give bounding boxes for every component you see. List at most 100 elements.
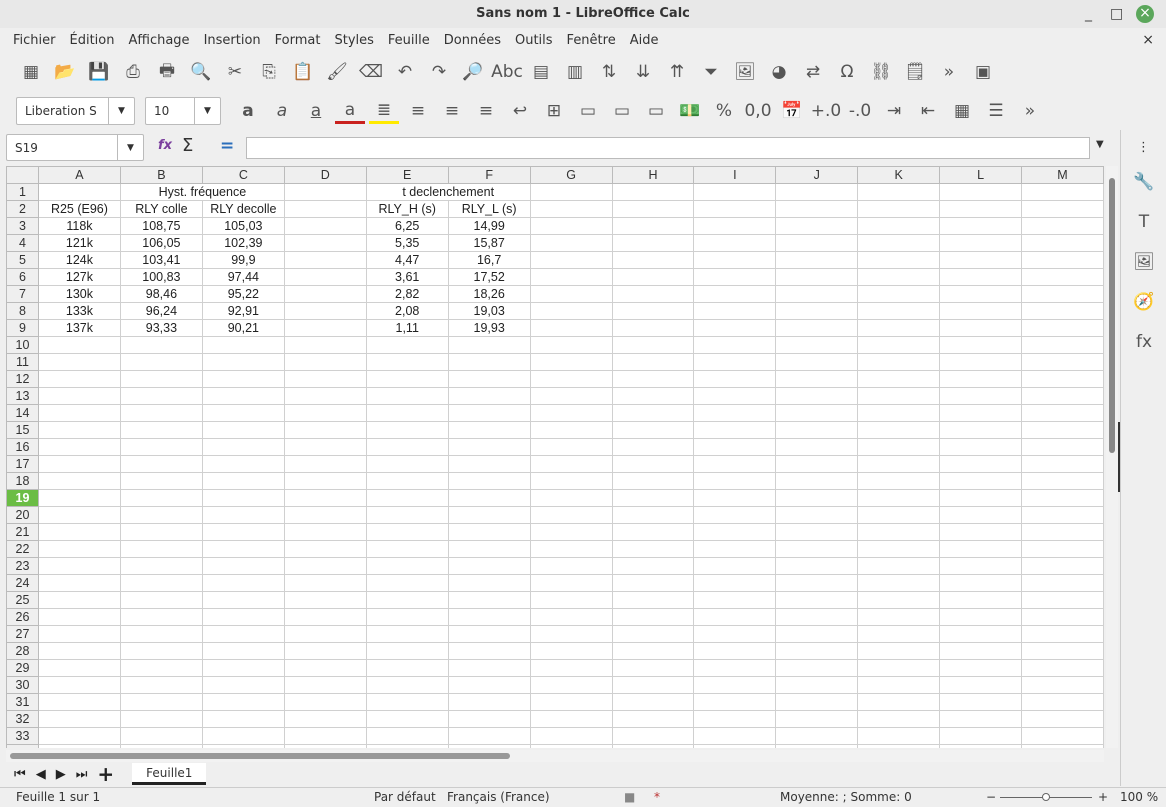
align-middle-icon[interactable]: ▭ <box>607 98 637 124</box>
cell-J11[interactable] <box>775 353 859 371</box>
cell-B6[interactable]: 100,83 <box>119 268 203 286</box>
cell-F3[interactable]: 14,99 <box>447 217 531 235</box>
sort-ascending-icon[interactable]: ⇈ <box>662 59 692 85</box>
cell-G32[interactable] <box>529 710 613 728</box>
properties-icon[interactable]: 🔧 <box>1129 169 1159 195</box>
cell-M21[interactable] <box>1020 523 1104 541</box>
cell-H17[interactable] <box>611 455 695 473</box>
cell-L13[interactable] <box>939 387 1022 405</box>
cell-D33[interactable] <box>283 727 367 745</box>
row-header[interactable]: 27 <box>6 625 39 643</box>
cell-G21[interactable] <box>529 523 613 541</box>
cell-D11[interactable] <box>283 353 367 371</box>
cell-A11[interactable] <box>37 353 121 371</box>
cell-K20[interactable] <box>857 506 941 524</box>
cell-H19[interactable] <box>611 489 695 507</box>
menu-item-3[interactable]: Insertion <box>197 33 268 48</box>
cell-L31[interactable] <box>939 693 1022 711</box>
image-icon[interactable]: 🖼 <box>730 59 760 85</box>
more-icon[interactable]: » <box>934 59 964 85</box>
cell-M10[interactable] <box>1020 336 1104 354</box>
cell-I26[interactable] <box>693 608 777 626</box>
export-pdf-icon[interactable]: ⎙ <box>118 59 148 85</box>
increase-indent-icon[interactable]: ⇥ <box>879 98 909 124</box>
cell-A22[interactable] <box>37 540 121 558</box>
cell-J20[interactable] <box>775 506 859 524</box>
column-header-F[interactable]: F <box>447 166 531 184</box>
cell-L28[interactable] <box>939 642 1022 660</box>
cell-E31[interactable] <box>365 693 449 711</box>
cell-M31[interactable] <box>1020 693 1104 711</box>
cell-G25[interactable] <box>529 591 613 609</box>
cell-A5[interactable]: 124k <box>37 251 121 269</box>
cell-F13[interactable] <box>447 387 531 405</box>
cell-L8[interactable] <box>939 302 1022 320</box>
cell-F14[interactable] <box>447 404 531 422</box>
cell-C25[interactable] <box>201 591 285 609</box>
cell-J27[interactable] <box>775 625 859 643</box>
zoom-in-button[interactable]: + <box>1098 790 1108 804</box>
cell-J1[interactable] <box>775 183 859 201</box>
row-header[interactable]: 22 <box>6 540 39 558</box>
add-sheet-button[interactable]: + <box>97 762 114 786</box>
column-header-E[interactable]: E <box>365 166 449 184</box>
cell-A8[interactable]: 133k <box>37 302 121 320</box>
menu-item-6[interactable]: Feuille <box>381 33 437 48</box>
cell-D25[interactable] <box>283 591 367 609</box>
column-header-J[interactable]: J <box>775 166 859 184</box>
cell-A6[interactable]: 127k <box>37 268 121 286</box>
cell-E32[interactable] <box>365 710 449 728</box>
save-icon[interactable]: 💾 <box>84 59 114 85</box>
cell-F19[interactable] <box>447 489 531 507</box>
row-header[interactable]: 13 <box>6 387 39 405</box>
cell-B21[interactable] <box>119 523 203 541</box>
column-header-B[interactable]: B <box>119 166 203 184</box>
cell-I7[interactable] <box>693 285 777 303</box>
bold-icon[interactable]: a <box>233 98 263 124</box>
cell-E25[interactable] <box>365 591 449 609</box>
cell-C12[interactable] <box>201 370 285 388</box>
functions-icon[interactable]: fx <box>1129 329 1159 355</box>
cell-M4[interactable] <box>1020 234 1104 252</box>
cell-I32[interactable] <box>693 710 777 728</box>
cell-C8[interactable]: 92,91 <box>201 302 285 320</box>
row-header[interactable]: 11 <box>6 353 39 371</box>
cell-L17[interactable] <box>939 455 1022 473</box>
cell-E17[interactable] <box>365 455 449 473</box>
cell-F28[interactable] <box>447 642 531 660</box>
cell-M14[interactable] <box>1020 404 1104 422</box>
cell-K32[interactable] <box>857 710 941 728</box>
cell-E10[interactable] <box>365 336 449 354</box>
cell-E5[interactable]: 4,47 <box>365 251 449 269</box>
row-header[interactable]: 21 <box>6 523 39 541</box>
cell-H11[interactable] <box>611 353 695 371</box>
cell-A15[interactable] <box>37 421 121 439</box>
cell-K14[interactable] <box>857 404 941 422</box>
cell-I20[interactable] <box>693 506 777 524</box>
cell-F22[interactable] <box>447 540 531 558</box>
cell-A10[interactable] <box>37 336 121 354</box>
formula-equals-icon[interactable]: = <box>220 136 234 156</box>
cell-A4[interactable]: 121k <box>37 234 121 252</box>
last-sheet-button[interactable]: ⏭ <box>76 767 88 782</box>
cell-D9[interactable] <box>283 319 367 337</box>
cell-J8[interactable] <box>775 302 859 320</box>
cell-M23[interactable] <box>1020 557 1104 575</box>
cell-I10[interactable] <box>693 336 777 354</box>
page-style[interactable]: Par défaut <box>374 790 436 804</box>
cell-L26[interactable] <box>939 608 1022 626</box>
cell-C13[interactable] <box>201 387 285 405</box>
cell-E2[interactable]: RLY_H (s) <box>365 200 449 218</box>
expand-formula-icon[interactable]: ▼ <box>1096 139 1104 150</box>
cell-F9[interactable]: 19,93 <box>447 319 531 337</box>
cell-L33[interactable] <box>939 727 1022 745</box>
row-header[interactable]: 1 <box>6 183 39 201</box>
cell-A16[interactable] <box>37 438 121 456</box>
menu-item-5[interactable]: Styles <box>327 33 380 48</box>
cell-H2[interactable] <box>611 200 695 218</box>
date-icon[interactable]: 📅 <box>777 98 807 124</box>
cell-K33[interactable] <box>857 727 941 745</box>
cell-E9[interactable]: 1,11 <box>365 319 449 337</box>
cell-G7[interactable] <box>529 285 613 303</box>
cell-D7[interactable] <box>283 285 367 303</box>
